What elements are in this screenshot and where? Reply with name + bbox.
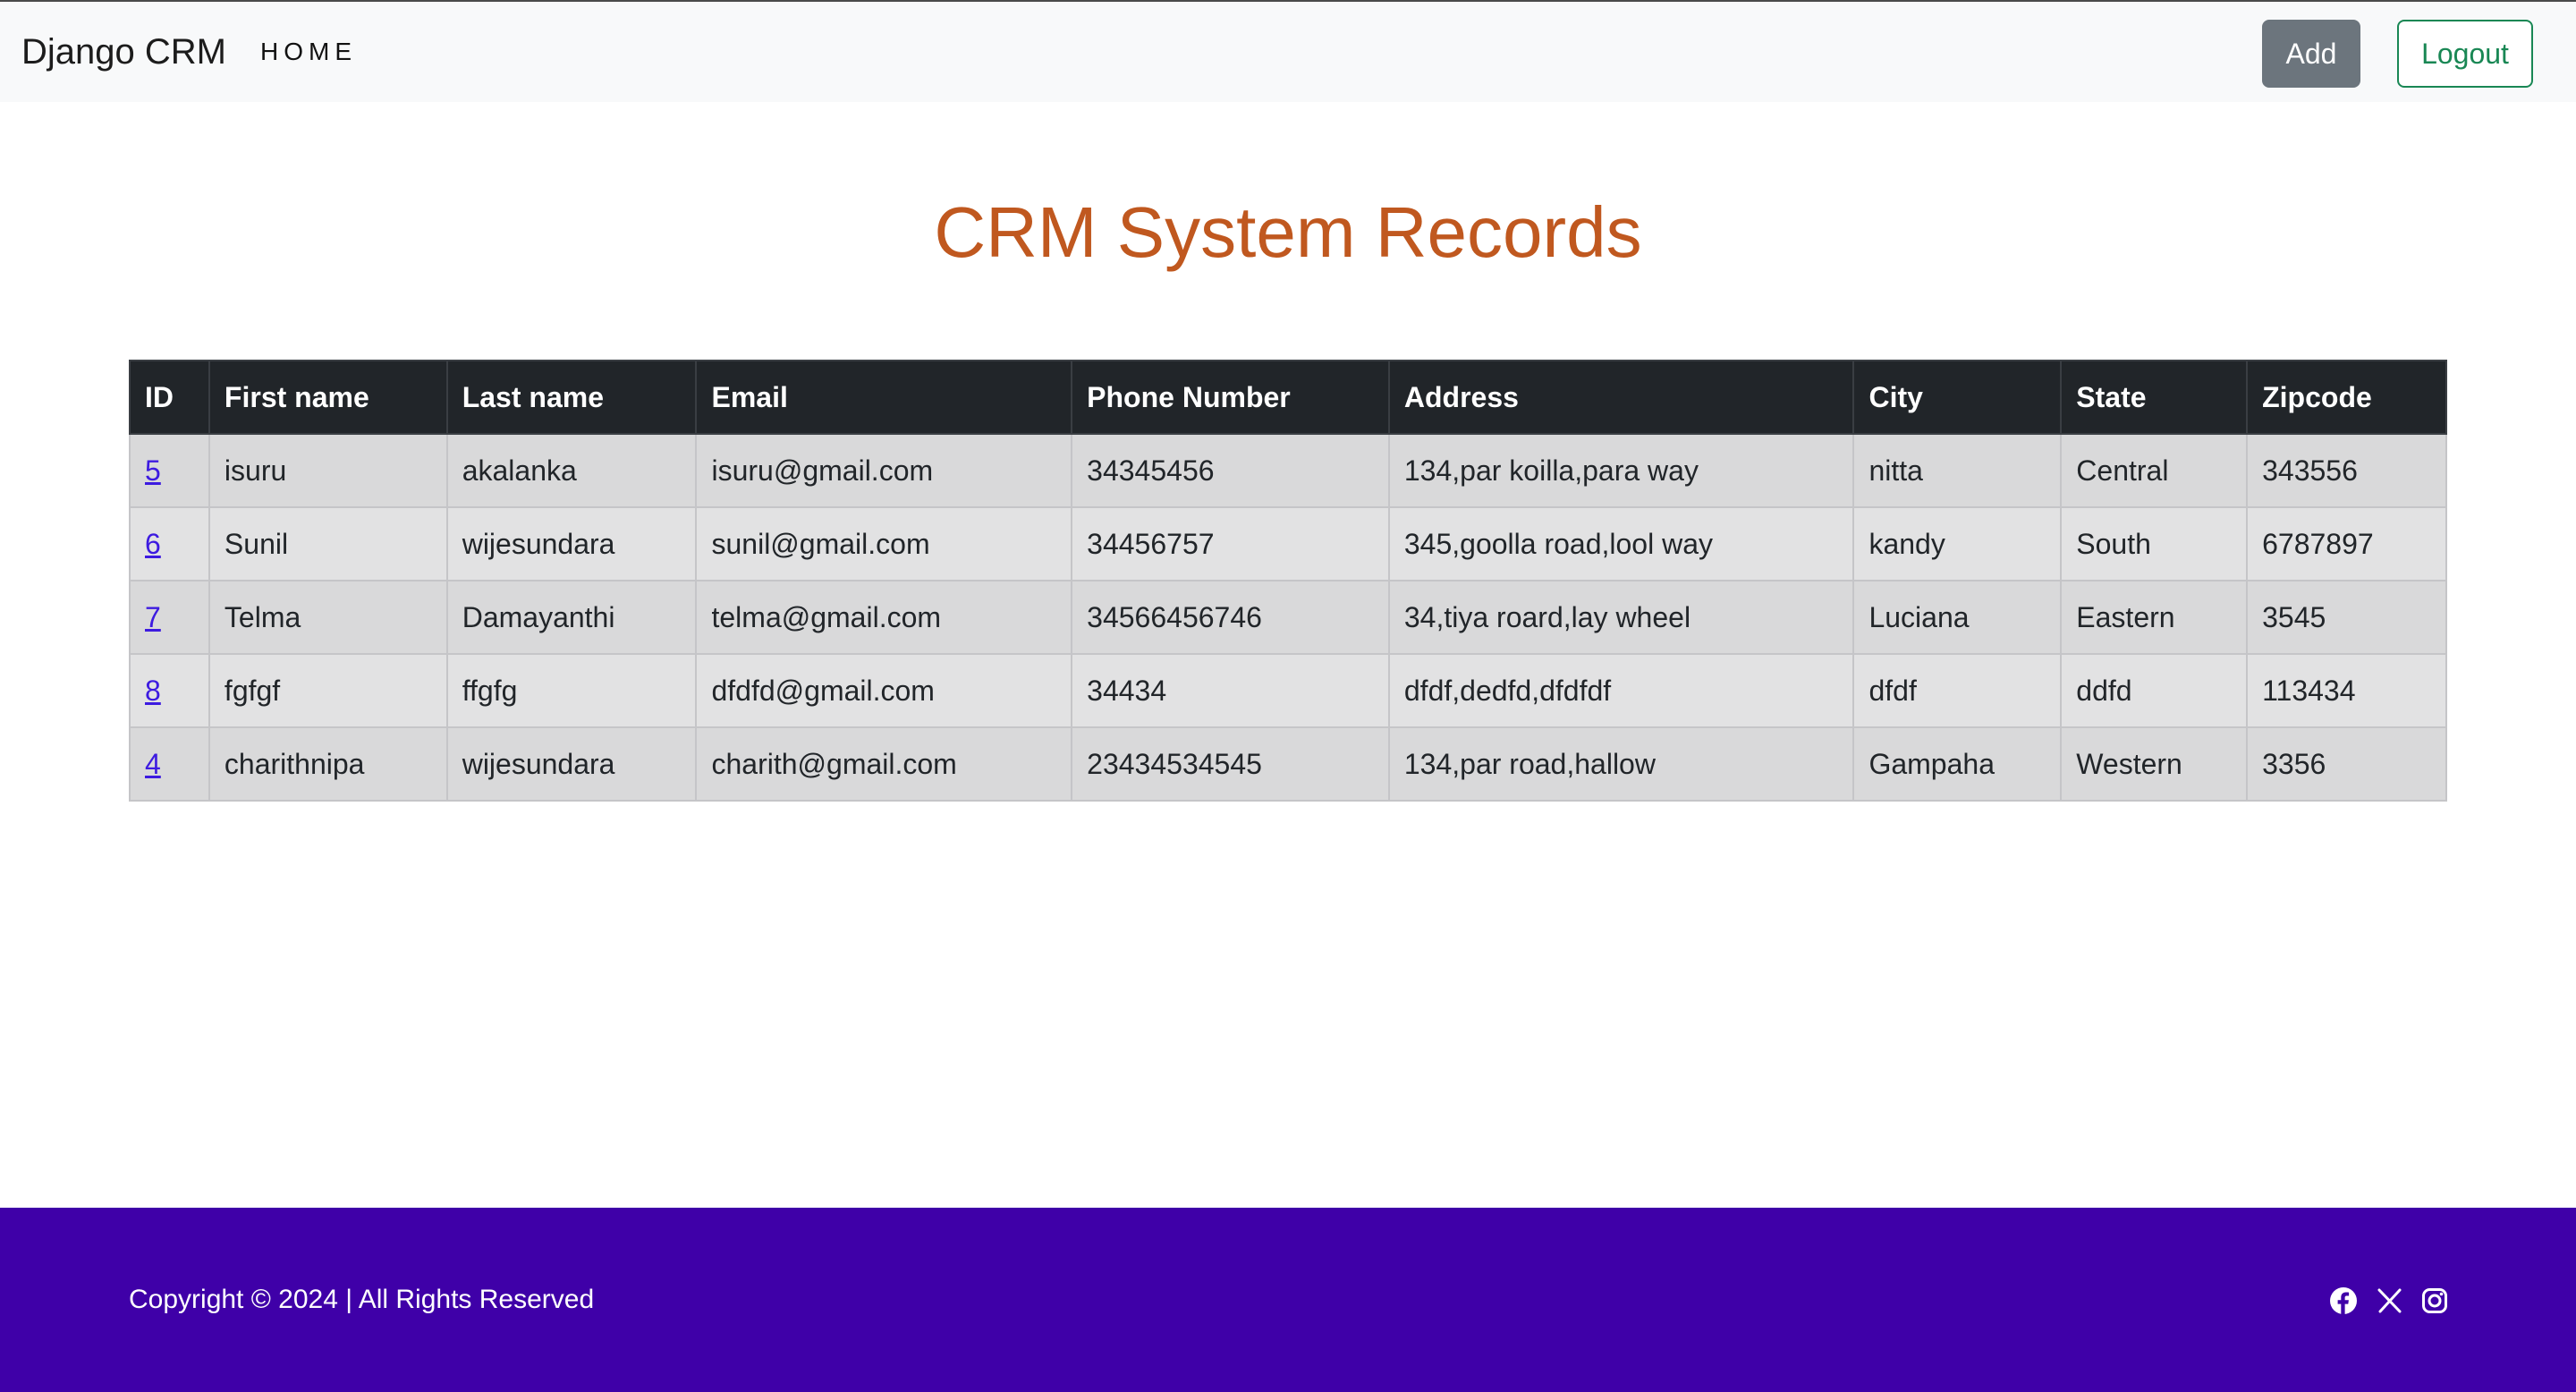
record-id-link[interactable]: 5 bbox=[145, 454, 161, 487]
column-header-id: ID bbox=[129, 360, 210, 435]
copyright-text: Copyright © 2024 | All Rights Reserved bbox=[129, 1285, 595, 1314]
cell-city: kandy bbox=[1852, 506, 2063, 581]
add-button[interactable]: Add bbox=[2262, 20, 2360, 88]
column-header-city: City bbox=[1852, 360, 2063, 435]
column-header-email: Email bbox=[695, 360, 1073, 435]
cell-id: 7 bbox=[129, 580, 210, 655]
cell-address: dfdf,dedfd,dfdfdf bbox=[1387, 653, 1855, 728]
facebook-icon[interactable] bbox=[2329, 1286, 2358, 1315]
cell-phone: 23434534545 bbox=[1071, 726, 1390, 802]
logout-button[interactable]: Logout bbox=[2397, 20, 2533, 88]
column-header-last-name: Last name bbox=[445, 360, 698, 435]
cell-city: dfdf bbox=[1852, 653, 2063, 728]
column-header-address: Address bbox=[1387, 360, 1855, 435]
column-header-state: State bbox=[2060, 360, 2249, 435]
cell-id: 5 bbox=[129, 433, 210, 508]
cell-zipcode: 343556 bbox=[2246, 433, 2447, 508]
cell-city: Luciana bbox=[1852, 580, 2063, 655]
cell-state: Central bbox=[2060, 433, 2249, 508]
cell-last-name: wijesundara bbox=[445, 506, 698, 581]
record-id-link[interactable]: 8 bbox=[145, 675, 161, 707]
cell-email: isuru@gmail.com bbox=[695, 433, 1073, 508]
table-row: 5 isuru akalanka isuru@gmail.com 3434545… bbox=[129, 433, 2447, 508]
brand-link[interactable]: Django CRM bbox=[21, 30, 226, 73]
table-row: 4 charithnipa wijesundara charith@gmail.… bbox=[129, 726, 2447, 802]
cell-zipcode: 6787897 bbox=[2246, 506, 2447, 581]
cell-address: 345,goolla road,lool way bbox=[1387, 506, 1855, 581]
cell-last-name: Damayanthi bbox=[445, 580, 698, 655]
record-id-link[interactable]: 4 bbox=[145, 748, 161, 780]
cell-email: charith@gmail.com bbox=[695, 726, 1073, 802]
table-row: 6 Sunil wijesundara sunil@gmail.com 3445… bbox=[129, 506, 2447, 581]
cell-email: dfdfd@gmail.com bbox=[695, 653, 1073, 728]
footer: Copyright © 2024 | All Rights Reserved bbox=[0, 1208, 2576, 1392]
cell-id: 6 bbox=[129, 506, 210, 581]
column-header-phone: Phone Number bbox=[1071, 360, 1390, 435]
cell-phone: 34456757 bbox=[1071, 506, 1390, 581]
cell-zipcode: 113434 bbox=[2246, 653, 2447, 728]
column-header-zipcode: Zipcode bbox=[2246, 360, 2447, 435]
column-header-first-name: First name bbox=[208, 360, 448, 435]
nav-home-link[interactable]: HOME bbox=[260, 36, 357, 68]
cell-first-name: Telma bbox=[208, 580, 448, 655]
cell-email: sunil@gmail.com bbox=[695, 506, 1073, 581]
cell-zipcode: 3545 bbox=[2246, 580, 2447, 655]
page-title: CRM System Records bbox=[934, 192, 1642, 272]
table-header-row: ID First name Last name Email Phone Numb… bbox=[129, 360, 2447, 435]
cell-city: nitta bbox=[1852, 433, 2063, 508]
cell-first-name: Sunil bbox=[208, 506, 448, 581]
cell-zipcode: 3356 bbox=[2246, 726, 2447, 802]
cell-first-name: charithnipa bbox=[208, 726, 448, 802]
cell-address: 134,par road,hallow bbox=[1387, 726, 1855, 802]
cell-phone: 34345456 bbox=[1071, 433, 1390, 508]
record-id-link[interactable]: 6 bbox=[145, 528, 161, 560]
instagram-icon[interactable] bbox=[2420, 1286, 2449, 1315]
cell-last-name: wijesundara bbox=[445, 726, 698, 802]
cell-state: Eastern bbox=[2060, 580, 2249, 655]
records-table: ID First name Last name Email Phone Numb… bbox=[129, 360, 2447, 802]
cell-id: 8 bbox=[129, 653, 210, 728]
cell-phone: 34434 bbox=[1071, 653, 1390, 728]
cell-state: ddfd bbox=[2060, 653, 2249, 728]
cell-address: 34,tiya roard,lay wheel bbox=[1387, 580, 1855, 655]
x-icon[interactable] bbox=[2376, 1286, 2404, 1315]
record-id-link[interactable]: 7 bbox=[145, 601, 161, 633]
table-row: 8 fgfgf ffgfg dfdfd@gmail.com 34434 dfdf… bbox=[129, 653, 2447, 728]
cell-email: telma@gmail.com bbox=[695, 580, 1073, 655]
table-row: 7 Telma Damayanthi telma@gmail.com 34566… bbox=[129, 580, 2447, 655]
cell-first-name: fgfgf bbox=[208, 653, 448, 728]
cell-state: Western bbox=[2060, 726, 2249, 802]
cell-address: 134,par koilla,para way bbox=[1387, 433, 1855, 508]
cell-first-name: isuru bbox=[208, 433, 448, 508]
cell-last-name: ffgfg bbox=[445, 653, 698, 728]
navbar: Django CRM HOME Add Logout bbox=[0, 0, 2576, 102]
cell-id: 4 bbox=[129, 726, 210, 802]
cell-phone: 34566456746 bbox=[1071, 580, 1390, 655]
cell-last-name: akalanka bbox=[445, 433, 698, 508]
cell-city: Gampaha bbox=[1852, 726, 2063, 802]
cell-state: South bbox=[2060, 506, 2249, 581]
